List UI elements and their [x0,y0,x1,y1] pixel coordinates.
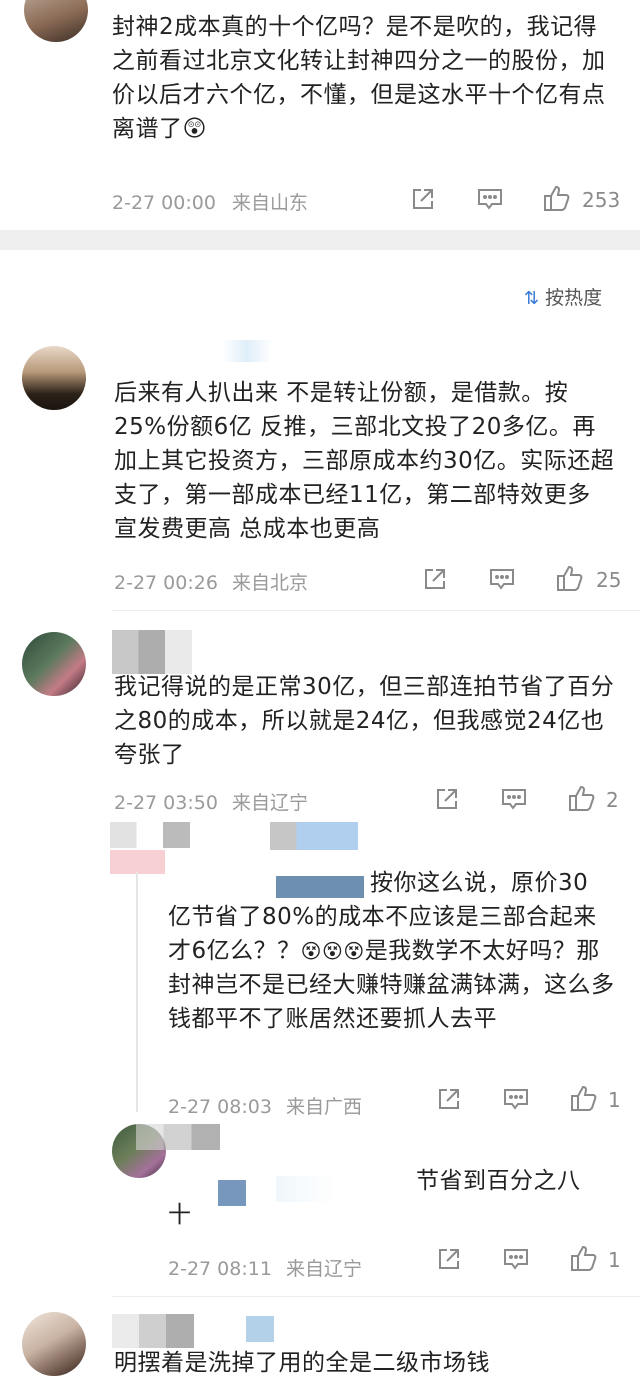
username-blurred [222,340,272,362]
avatar[interactable] [22,346,86,410]
comment-date: 2-27 08:03 [168,1096,272,1118]
reply-text-line1: 节省到百分之八 [416,1168,581,1194]
reply-text: 亿节省了80%的成本不应该是三部合起来才6亿么？？😵😵😵是我数学不太好吗？那封神… [168,900,618,1036]
username-blurred [276,876,364,898]
comment-date: 2-27 03:50 [114,792,218,814]
username-blurred [112,1314,194,1348]
comment-location: 来自辽宁 [285,1258,362,1280]
comment-icon[interactable] [503,1247,529,1271]
reply-text-line1: 按你这么说，原价30 [370,870,589,896]
like-count: 1 [608,1088,621,1112]
thumbs-up-icon[interactable] [570,1244,598,1272]
username-blurred [270,822,358,850]
comment-text: 封神2成本真的十个亿吗？是不是吹的，我记得之前看过北京文化转让封神四分之一的股份… [112,10,612,146]
thumbs-up-icon[interactable] [568,784,596,812]
username-blurred [110,850,165,874]
comment-icon[interactable] [477,187,503,211]
comment-icon[interactable] [503,1087,529,1111]
section-divider [0,230,640,250]
avatar[interactable] [22,632,86,696]
like-count: 1 [608,1248,621,1272]
thumbs-up-icon[interactable] [570,1084,598,1112]
username-blurred [276,1176,336,1202]
share-icon[interactable] [410,186,436,212]
dizzy-emoji-icon: 😵😵😵 [300,939,365,963]
comment-location: 来自北京 [231,572,308,594]
comment-date: 2-27 00:26 [114,572,218,594]
comment-text: 后来有人扒出来 不是转让份额，是借款。按25%份额6亿 反推，三部北文投了20多… [114,380,615,542]
sort-label: 按热度 [545,287,603,309]
username-blurred [112,630,192,674]
comment-meta: 2-27 03:50 来自辽宁 [114,788,308,815]
comment-location: 来自辽宁 [231,792,308,814]
comment-icon[interactable] [501,787,527,811]
thumbs-up-icon[interactable] [543,184,571,212]
reply-text-line2: 十 [168,1202,192,1228]
share-icon[interactable] [434,786,460,812]
comment-location: 来自山东 [231,192,308,214]
username-blurred [218,1180,246,1206]
thumbs-up-icon[interactable] [556,564,584,592]
comment-meta: 2-27 08:11 来自辽宁 [168,1254,362,1281]
comment-date: 2-27 00:00 [112,192,216,214]
thread-line [136,872,138,1112]
comment-date: 2-27 08:11 [168,1258,272,1280]
comment-meta: 2-27 00:00 来自山东 [112,188,308,215]
comment-divider [112,610,640,611]
comment-icon[interactable] [489,567,515,591]
username-blurred [136,1124,220,1150]
like-count: 25 [596,568,622,592]
username-blurred [246,1316,274,1342]
avatar[interactable] [22,1312,86,1376]
like-count: 253 [582,188,621,212]
sort-button[interactable]: ⇅ 按热度 [524,283,602,310]
avatar[interactable] [24,0,88,42]
surprised-emoji-icon: 😲 [182,116,207,142]
share-icon[interactable] [436,1086,462,1112]
like-count: 2 [606,788,619,812]
comment-location: 来自广西 [285,1096,362,1118]
comment-meta: 2-27 08:03 来自广西 [168,1092,362,1119]
comment-meta: 2-27 00:26 来自北京 [114,568,308,595]
sort-icon: ⇅ [524,288,540,309]
share-icon[interactable] [436,1246,462,1272]
share-icon[interactable] [422,566,448,592]
comment-divider [112,1296,640,1297]
comment-text: 我记得说的是正常30亿，但三部连拍节省了百分之80的成本，所以就是24亿，但我感… [114,674,615,768]
comment-text: 明摆着是洗掉了用的全是二级市场钱 [114,1350,490,1376]
username-blurred [110,822,190,848]
